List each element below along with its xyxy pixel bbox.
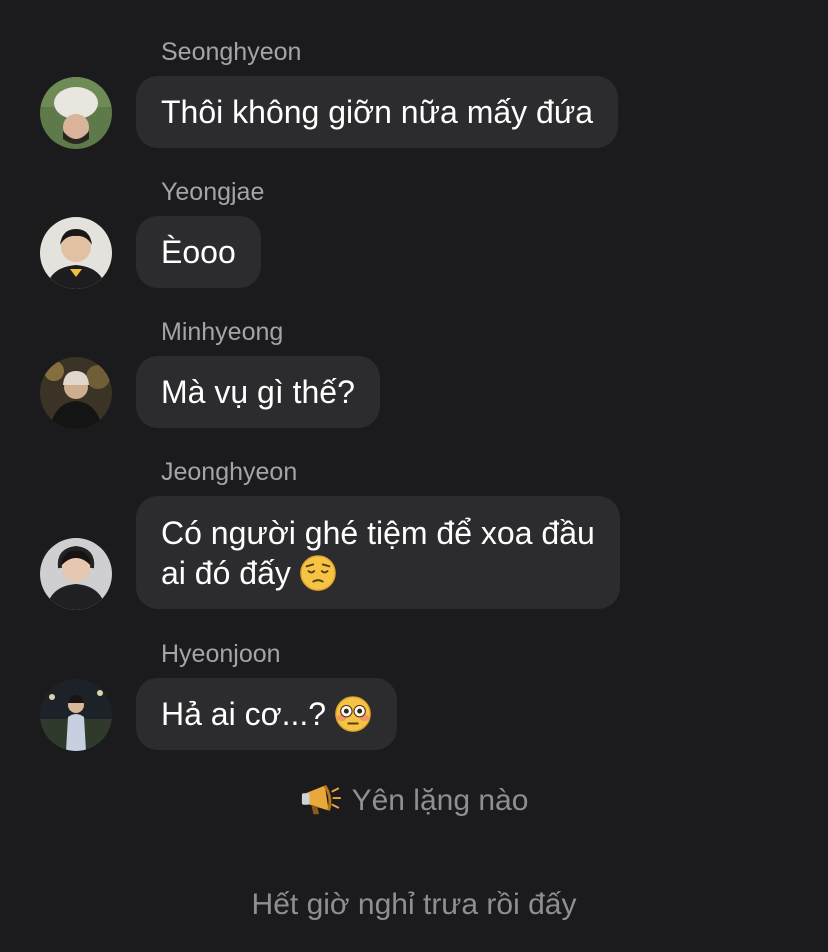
sender-name: Minhyeong bbox=[161, 318, 284, 346]
message-text: Èooo bbox=[161, 234, 236, 270]
sender-name: Jeonghyeon bbox=[161, 458, 298, 486]
avatar[interactable] bbox=[40, 679, 112, 751]
message-bubble[interactable]: Mà vụ gì thế? bbox=[136, 356, 380, 428]
avatar[interactable] bbox=[40, 77, 112, 149]
avatar[interactable] bbox=[40, 217, 112, 289]
message-bubble[interactable]: Có người ghé tiệm để xoa đầu ai đó đấy bbox=[136, 496, 620, 609]
sender-name: Seonghyeon bbox=[161, 38, 302, 66]
avatar[interactable] bbox=[40, 538, 112, 610]
person-in-cap-avatar bbox=[40, 357, 112, 429]
person-lying-on-grass-avatar bbox=[40, 77, 112, 149]
message-bubble[interactable]: Èooo bbox=[136, 216, 261, 288]
system-message-text: Yên lặng nào bbox=[351, 784, 529, 817]
message-text-line: Có người ghé tiệm để xoa đầu bbox=[161, 515, 595, 551]
person-standing-outdoors-avatar bbox=[40, 679, 112, 751]
flushed-face-emoji bbox=[335, 695, 371, 732]
message-text: Mà vụ gì thế? bbox=[161, 374, 355, 410]
message-text: Thôi không giỡn nữa mấy đứa bbox=[161, 94, 594, 130]
system-message: Hết giờ nghỉ trưa rồi đấy bbox=[0, 888, 828, 922]
pensive-face-emoji bbox=[300, 554, 336, 591]
message-text: Hả ai cơ...? bbox=[161, 696, 327, 732]
sender-name: Hyeonjoon bbox=[161, 640, 281, 668]
sender-name: Yeongjae bbox=[161, 178, 265, 206]
system-message: Yên lặng nào bbox=[0, 784, 828, 818]
person-with-headphones-avatar bbox=[40, 538, 112, 610]
person-in-black-jacket-avatar bbox=[40, 217, 112, 289]
avatar[interactable] bbox=[40, 357, 112, 429]
system-message-text: Hết giờ nghỉ trưa rồi đấy bbox=[251, 888, 577, 921]
message-bubble[interactable]: Thôi không giỡn nữa mấy đứa bbox=[136, 76, 619, 148]
megaphone-icon bbox=[301, 784, 341, 815]
message-text-line: ai đó đấy bbox=[161, 555, 291, 591]
message-bubble[interactable]: Hả ai cơ...? bbox=[136, 678, 398, 750]
